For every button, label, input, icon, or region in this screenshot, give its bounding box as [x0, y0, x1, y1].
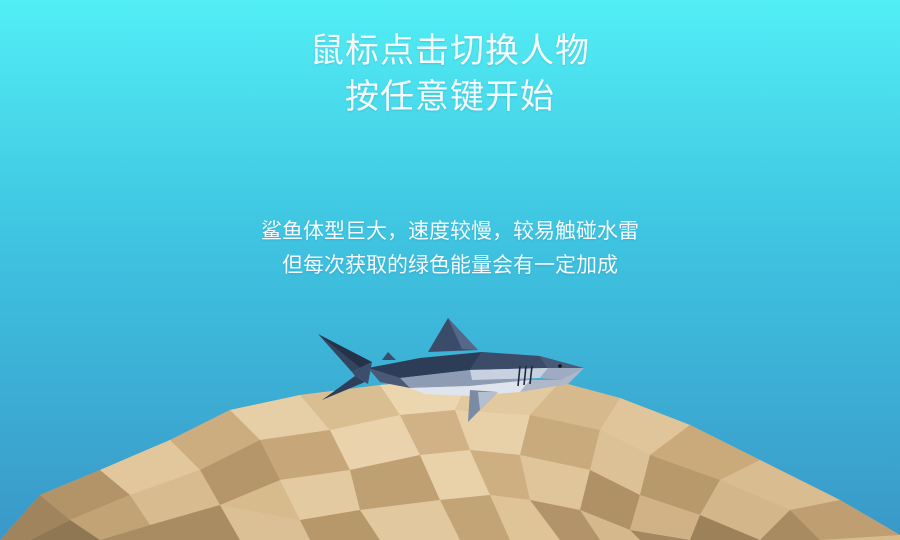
title-line-press-start: 按任意键开始: [345, 77, 555, 117]
game-scene[interactable]: 鼠标点击切换人物 按任意键开始 鲨鱼体型巨大，速度较慢，较易触碰水雷 但每次获取…: [0, 0, 900, 540]
sand-hill: [0, 378, 900, 540]
title-line-click-switch: 鼠标点击切换人物: [310, 31, 590, 71]
description-line-1: 鲨鱼体型巨大，速度较慢，较易触碰水雷: [261, 219, 639, 243]
instructions: 鼠标点击切换人物 按任意键开始: [0, 28, 900, 120]
description-line-2: 但每次获取的绿色能量会有一定加成: [282, 253, 618, 277]
character-description: 鲨鱼体型巨大，速度较慢，较易触碰水雷 但每次获取的绿色能量会有一定加成: [0, 214, 900, 282]
